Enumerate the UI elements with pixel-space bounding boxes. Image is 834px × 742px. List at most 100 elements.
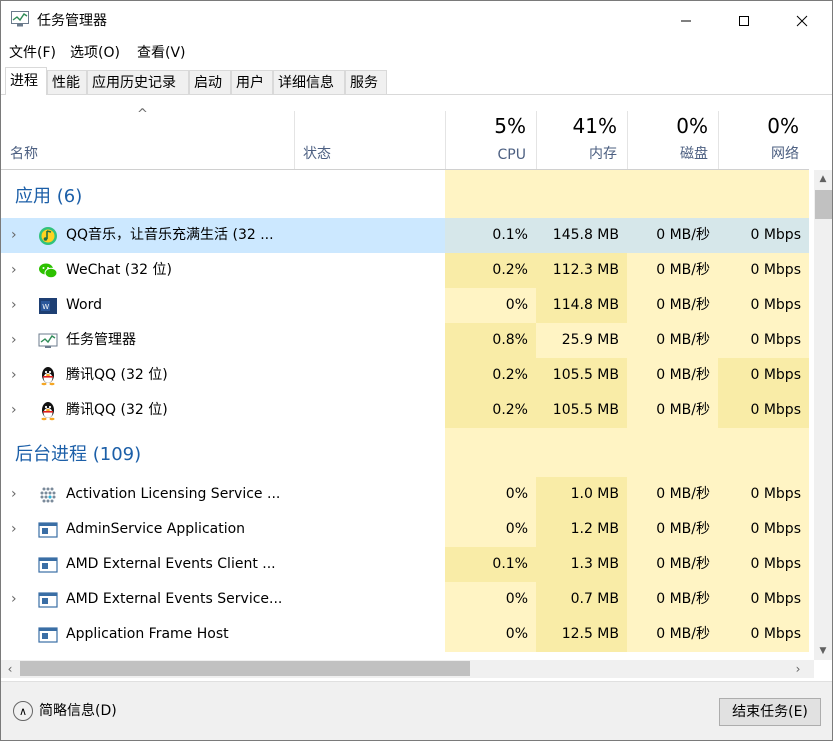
table-row[interactable]: › Activation Licensing Service ... 0% 1.… xyxy=(1,477,809,512)
horizontal-scrollbar[interactable]: ‹ › xyxy=(1,660,814,678)
memory-cell: 112.3 MB xyxy=(536,253,627,288)
table-row[interactable]: AMD External Events Client ... 0.1% 1.3 … xyxy=(1,547,809,582)
vertical-scrollbar[interactable]: ▲ ▼ xyxy=(814,170,832,660)
horizontal-scroll-thumb[interactable] xyxy=(20,661,470,676)
vertical-scroll-thumb[interactable] xyxy=(815,190,832,219)
menu-view[interactable]: 查看(V) xyxy=(137,42,186,62)
chevron-right-icon[interactable]: › xyxy=(11,512,17,547)
service-app-icon xyxy=(38,557,58,573)
chevron-right-icon[interactable]: › xyxy=(11,358,17,393)
cpu-cell: 0.8% xyxy=(445,323,536,358)
network-cell: 0 Mbps xyxy=(718,323,809,358)
column-status[interactable]: 状态 xyxy=(294,111,445,169)
qq-icon xyxy=(41,402,55,421)
process-name: AMD External Events Service... xyxy=(66,591,283,607)
process-name: AdminService Application xyxy=(66,521,246,537)
network-cell: 0 Mbps xyxy=(718,582,809,617)
wechat-icon xyxy=(39,263,58,279)
chevron-right-icon[interactable]: › xyxy=(11,477,17,512)
table-row[interactable]: › 任务管理器 0.8% 25.9 MB 0 MB/秒 0 Mbps xyxy=(1,323,809,358)
memory-cell: 1.2 MB xyxy=(536,512,627,547)
close-icon xyxy=(796,15,808,26)
fewer-details-button[interactable]: ∧ 简略信息(D) xyxy=(13,700,117,721)
column-name[interactable]: ^ 名称 xyxy=(1,107,294,169)
disk-cell: 0 MB/秒 xyxy=(627,218,718,253)
disk-cell: 0 MB/秒 xyxy=(627,512,718,547)
table-row[interactable]: › QQ音乐，让音乐充满生活 (32 ... 0.1% 145.8 MB 0 M… xyxy=(1,218,809,253)
scroll-left-icon[interactable]: ‹ xyxy=(1,660,19,678)
disk-cell: 0 MB/秒 xyxy=(627,477,718,512)
disk-cell: 0 MB/秒 xyxy=(627,582,718,617)
memory-cell: 0.7 MB xyxy=(536,582,627,617)
table-row[interactable]: › 腾讯QQ (32 位) 0.2% 105.5 MB 0 MB/秒 0 Mbp… xyxy=(1,358,809,393)
chevron-right-icon[interactable]: › xyxy=(11,393,17,428)
service-app-icon xyxy=(38,522,58,538)
tab-performance[interactable]: 性能 xyxy=(47,70,87,94)
tab-details[interactable]: 详细信息 xyxy=(273,70,345,94)
minimize-button[interactable] xyxy=(663,1,709,39)
maximize-button[interactable] xyxy=(721,1,767,39)
menu-options[interactable]: 选项(O) xyxy=(70,42,120,62)
table-row[interactable]: Application Frame Host 0% 12.5 MB 0 MB/秒… xyxy=(1,617,809,652)
chevron-up-icon: ∧ xyxy=(13,701,33,721)
network-cell: 0 Mbps xyxy=(718,218,809,253)
cpu-cell: 0.2% xyxy=(445,358,536,393)
tab-services[interactable]: 服务 xyxy=(345,70,387,94)
tab-startup[interactable]: 启动 xyxy=(189,70,231,94)
chevron-right-icon[interactable]: › xyxy=(11,323,17,358)
chevron-right-icon[interactable]: › xyxy=(11,218,17,253)
process-name: Word xyxy=(66,297,102,313)
table-row[interactable]: › W Word 0% 114.8 MB 0 MB/秒 0 Mbps xyxy=(1,288,809,323)
cpu-total: 5% xyxy=(494,114,526,138)
cpu-cell: 0% xyxy=(445,288,536,323)
group-apps: 应用 (6) xyxy=(1,170,809,219)
scroll-up-icon[interactable]: ▲ xyxy=(814,170,832,188)
memory-cell: 25.9 MB xyxy=(536,323,627,358)
column-memory[interactable]: 41% 内存 xyxy=(536,111,627,169)
process-name: 腾讯QQ (32 位) xyxy=(66,402,168,418)
tab-bar: 进程 性能 应用历史记录 启动 用户 详细信息 服务 xyxy=(1,67,832,95)
table-row[interactable]: › WeChat (32 位) 0.2% 112.3 MB 0 MB/秒 0 M… xyxy=(1,253,809,288)
column-disk[interactable]: 0% 磁盘 xyxy=(627,111,718,169)
scroll-right-icon[interactable]: › xyxy=(789,660,807,678)
group-background-title: 后台进程 (109) xyxy=(15,444,142,465)
network-cell: 0 Mbps xyxy=(718,617,809,652)
network-cell: 0 Mbps xyxy=(718,512,809,547)
disk-cell: 0 MB/秒 xyxy=(627,358,718,393)
tab-users[interactable]: 用户 xyxy=(231,70,273,94)
sort-ascending-icon: ^ xyxy=(137,107,148,122)
table-row[interactable]: › AdminService Application 0% 1.2 MB 0 M… xyxy=(1,512,809,547)
network-cell: 0 Mbps xyxy=(718,477,809,512)
chevron-right-icon[interactable]: › xyxy=(11,288,17,323)
network-total: 0% xyxy=(767,114,799,138)
menu-file[interactable]: 文件(F) xyxy=(9,42,56,62)
process-name: Application Frame Host xyxy=(66,626,229,642)
network-cell: 0 Mbps xyxy=(718,547,809,582)
disk-cell: 0 MB/秒 xyxy=(627,323,718,358)
disk-cell: 0 MB/秒 xyxy=(627,547,718,582)
process-name: AMD External Events Client ... xyxy=(66,556,276,572)
column-network[interactable]: 0% 网络 xyxy=(718,111,809,169)
column-status-label: 状态 xyxy=(303,146,331,162)
chevron-right-icon[interactable]: › xyxy=(11,253,17,288)
process-name: WeChat (32 位) xyxy=(66,262,172,278)
tab-processes[interactable]: 进程 xyxy=(5,67,47,95)
table-row[interactable]: › AMD External Events Service... 0% 0.7 … xyxy=(1,582,809,617)
close-button[interactable] xyxy=(779,1,825,39)
memory-cell: 1.3 MB xyxy=(536,547,627,582)
column-cpu[interactable]: 5% CPU xyxy=(445,111,536,169)
window-title: 任务管理器 xyxy=(37,13,107,29)
table-row[interactable]: › 腾讯QQ (32 位) 0.2% 105.5 MB 0 MB/秒 0 Mbp… xyxy=(1,393,809,428)
chevron-right-icon[interactable]: › xyxy=(11,582,17,617)
disk-cell: 0 MB/秒 xyxy=(627,393,718,428)
tab-app-history[interactable]: 应用历史记录 xyxy=(87,70,189,94)
memory-cell: 114.8 MB xyxy=(536,288,627,323)
network-cell: 0 Mbps xyxy=(718,393,809,428)
cpu-cell: 0.2% xyxy=(445,393,536,428)
scroll-down-icon[interactable]: ▼ xyxy=(814,642,832,660)
process-list: 应用 (6) › QQ音乐，让音乐充满生活 (32 ... 0.1% 145.8… xyxy=(1,170,809,660)
group-apps-title: 应用 (6) xyxy=(15,186,83,207)
column-memory-label: 内存 xyxy=(589,146,617,162)
menu-bar: 文件(F) 选项(O) 查看(V) xyxy=(1,39,832,63)
end-task-button[interactable]: 结束任务(E) xyxy=(719,698,821,726)
